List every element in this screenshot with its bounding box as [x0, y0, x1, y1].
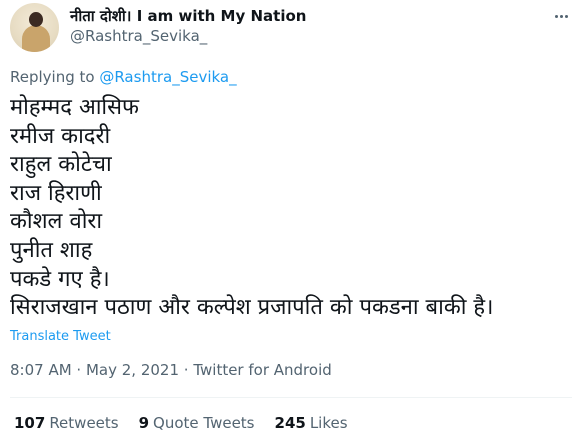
tweet-text: मोहम्मद आसिफ रमीज कादरी राहुल कोटेचा राज…: [10, 94, 570, 323]
quote-tweets-stat[interactable]: 9 Quote Tweets: [139, 414, 255, 432]
likes-count: 245: [274, 414, 306, 432]
retweets-count: 107: [14, 414, 46, 432]
author-handle[interactable]: @Rashtra_Sevika_: [70, 27, 207, 45]
tweet-time[interactable]: 8:07 AM: [10, 361, 72, 379]
meta-separator: ·: [71, 361, 86, 379]
retweets-label: Retweets: [49, 414, 119, 432]
avatar[interactable]: [10, 3, 59, 52]
tweet-source[interactable]: Twitter for Android: [193, 361, 331, 379]
replying-to: Replying to @Rashtra_Sevika_: [10, 68, 237, 86]
author-display-name[interactable]: नीता दोशी। I am with My Nation: [70, 6, 306, 26]
meta-separator: ·: [179, 361, 194, 379]
translate-tweet-link[interactable]: Translate Tweet: [10, 329, 111, 344]
tweet-line: रमीज कादरी: [10, 123, 111, 149]
retweets-stat[interactable]: 107 Retweets: [14, 414, 119, 432]
divider: [10, 397, 572, 398]
more-options-icon[interactable]: [548, 6, 574, 26]
quote-tweets-label: Quote Tweets: [153, 414, 255, 432]
tweet-line: राज हिराणी: [10, 180, 102, 206]
likes-stat[interactable]: 245 Likes: [275, 414, 348, 432]
avatar-figure-head: [29, 12, 43, 27]
likes-label: Likes: [309, 414, 348, 432]
replying-to-label: Replying to: [10, 68, 100, 86]
tweet-line: राहुल कोटेचा: [10, 152, 112, 178]
replying-to-mention[interactable]: @Rashtra_Sevika_: [99, 68, 236, 86]
tweet-line: सिराजखान पठाण और कल्पेश प्रजापति को पकडन…: [10, 295, 494, 321]
tweet-line: पकडे गए है।: [10, 266, 110, 292]
quote-tweets-count: 9: [138, 414, 150, 432]
tweet-line: पुनीत शाह: [10, 237, 93, 263]
tweet-meta: 8:07 AM · May 2, 2021 · Twitter for Andr…: [10, 361, 332, 379]
avatar-figure-body: [22, 25, 50, 52]
engagement-stats: 107 Retweets 9 Quote Tweets 245 Likes: [14, 414, 368, 432]
tweet-line: मोहम्मद आसिफ: [10, 95, 139, 120]
tweet-line: कौशल वोरा: [10, 209, 103, 235]
tweet-date[interactable]: May 2, 2021: [86, 361, 179, 379]
